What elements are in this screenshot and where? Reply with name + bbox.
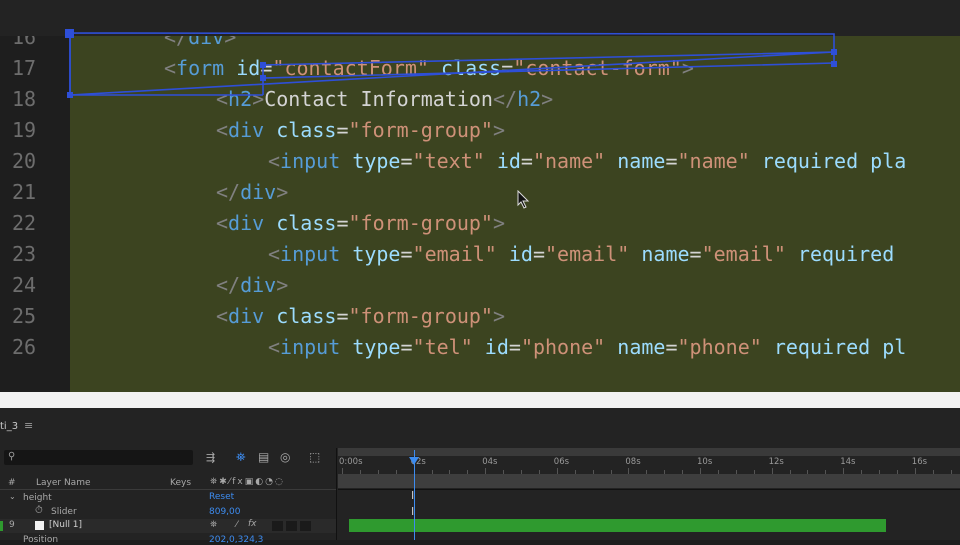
mask-vertex[interactable]	[67, 92, 73, 98]
fx-switch[interactable]: fx	[248, 519, 257, 529]
quality-switch-icon[interactable]: ⁄	[236, 520, 238, 530]
keyframe-marker[interactable]: I	[411, 505, 414, 518]
mask-path-overlay[interactable]	[0, 0, 960, 392]
mask-vertex[interactable]	[260, 75, 266, 81]
mouse-pointer-icon	[517, 190, 530, 209]
track-separator	[338, 489, 960, 490]
switches-header-icons: ⛯✱⁄fx▣◐◔◌	[210, 477, 285, 487]
switch-box[interactable]	[286, 521, 297, 531]
ruler-label: 0:00s	[339, 457, 363, 467]
comp-track	[338, 474, 960, 488]
hamburger-menu-icon[interactable]: ≡	[24, 419, 33, 432]
layer-label-color[interactable]	[0, 521, 3, 531]
panel-splitter[interactable]	[336, 448, 337, 540]
slider-value[interactable]: 809,00	[209, 507, 241, 517]
ruler-label: 14s	[840, 457, 856, 467]
layer-duration-bar[interactable]	[349, 519, 886, 532]
col-keys: Keys	[170, 478, 192, 488]
ruler-label: 04s	[482, 457, 498, 467]
layer-row[interactable]: 9 [Null 1] ⛯ ⁄ fx	[0, 519, 336, 533]
frame-blending-icon[interactable]: ▤	[258, 450, 269, 464]
shy-layers-icon[interactable]: ⛯	[236, 450, 246, 465]
composition-viewer: 151617181920212223242526 <!-- This will …	[0, 0, 960, 392]
layer-index: 9	[9, 520, 15, 530]
motion-blur-icon[interactable]: ◎	[280, 450, 290, 464]
keyframe-marker[interactable]: I	[411, 489, 414, 502]
switch-box[interactable]	[272, 521, 283, 531]
search-icon: ⚲	[8, 451, 16, 462]
ruler-label: 12s	[768, 457, 784, 467]
time-ruler[interactable]: 0:00s 02s 04s 06s 08s 10s 12s 14s 16s	[338, 456, 960, 474]
comp-tab-label[interactable]: ti_3	[0, 421, 18, 432]
ruler-label: 16s	[911, 457, 928, 467]
ruler-label: 10s	[697, 457, 713, 467]
ruler-label: 08s	[625, 457, 641, 467]
mask-vertex[interactable]	[260, 62, 266, 68]
graph-editor-icon[interactable]: ⬚	[309, 450, 320, 464]
shy-switch-icon[interactable]: ⛯	[210, 520, 217, 530]
reset-link[interactable]: Reset	[209, 492, 234, 502]
layer-name[interactable]: [Null 1]	[49, 520, 82, 530]
work-area-bar[interactable]	[338, 448, 960, 456]
panel-divider[interactable]	[0, 392, 960, 408]
effect-name[interactable]: height	[23, 493, 52, 503]
null-layer-icon	[35, 521, 44, 530]
mask-vertex[interactable]	[831, 61, 837, 67]
position-value[interactable]: 202,0,324,3	[209, 535, 263, 545]
header-separator	[0, 489, 336, 490]
mask-vertex-selected[interactable]	[65, 29, 74, 38]
position-label: Position	[23, 535, 59, 545]
col-num: #	[8, 478, 16, 488]
slider-label: Slider	[51, 507, 77, 517]
stopwatch-icon[interactable]: ⏱	[35, 505, 43, 516]
mask-vertex[interactable]	[831, 49, 837, 55]
timeline-panel: ti_3 ≡ ⚲ ⇶ ⛯ ▤ ◎ ⬚ # Layer Name Keys ⛯✱⁄…	[0, 408, 960, 545]
col-layer-name: Layer Name	[36, 478, 91, 488]
chevron-down-icon[interactable]: ⌄	[9, 492, 16, 501]
mask-path[interactable]	[69, 32, 835, 96]
layer-search-input[interactable]: ⚲	[4, 450, 193, 465]
ruler-label: 06s	[553, 457, 570, 467]
switch-box[interactable]	[300, 521, 311, 531]
comp-flowchart-icon[interactable]: ⇶	[206, 451, 215, 464]
